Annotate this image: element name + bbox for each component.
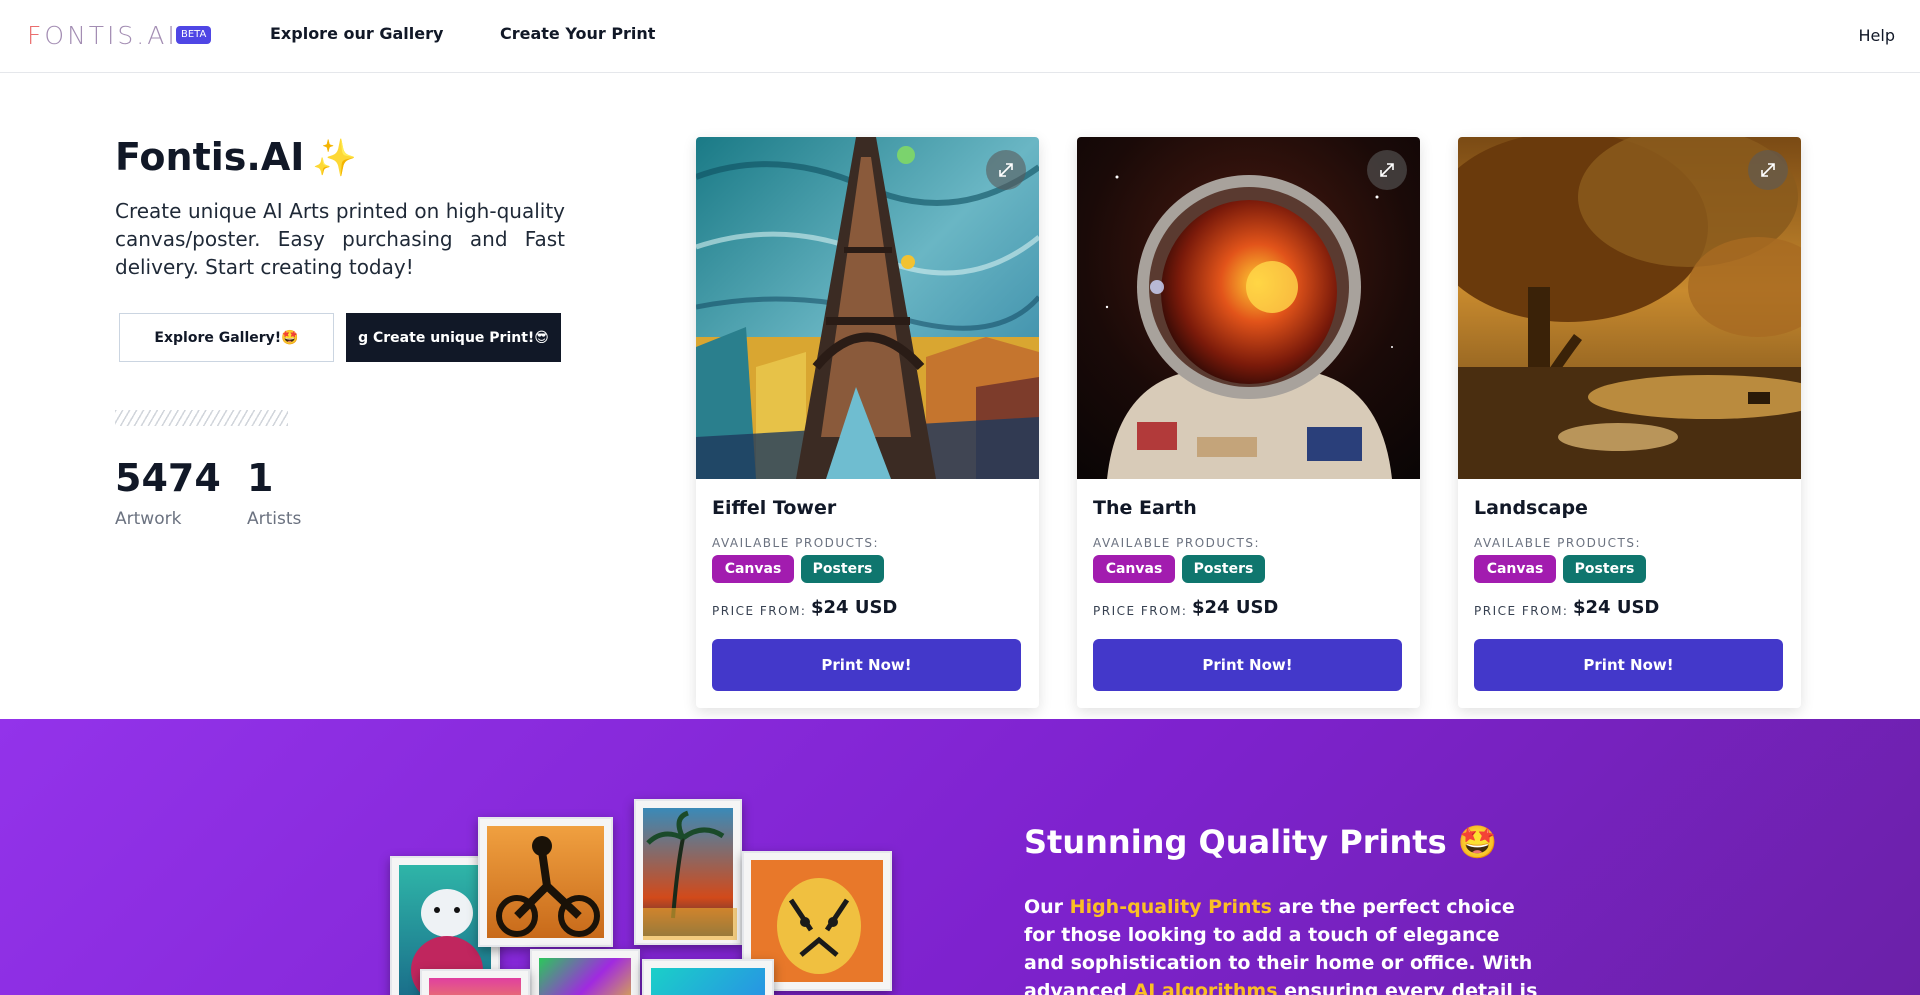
print-frame [634,799,742,945]
artwork-card: The Earth AVAILABLE PRODUCTS: Canvas Pos… [1077,137,1420,708]
eiffel-tower-painting-icon [696,137,1039,479]
quality-desc-text: Our [1024,896,1070,918]
price-value: $24 USD [811,597,898,618]
stat-artists-label: Artists [247,509,302,529]
sparkles-icon: ✨ [312,138,358,179]
landscape-painting-icon [1458,137,1801,479]
posters-tag[interactable]: Posters [1182,555,1265,583]
card-title[interactable]: Landscape [1474,497,1588,519]
price-from-label: PRICE FROM: [712,604,807,618]
quality-description: Our High-quality Prints are the perfect … [1024,893,1544,995]
posters-tag[interactable]: Posters [801,555,884,583]
expand-arrows-icon [1761,163,1775,177]
nav-explore-gallery[interactable]: Explore our Gallery [270,24,443,43]
decorative-hatch [115,410,288,426]
top-navbar: FONTIS.AI BETA Explore our Gallery Creat… [0,0,1920,73]
artwork-card: Landscape AVAILABLE PRODUCTS: Canvas Pos… [1458,137,1801,708]
motorcycle-print [487,826,604,938]
print-now-button[interactable]: Print Now! [1474,639,1783,691]
palm-tree-icon [643,810,737,940]
logo-letter-f: F [27,21,45,50]
canvas-tag[interactable]: Canvas [712,555,794,583]
price-from-label: PRICE FROM: [1474,604,1569,618]
print-frame [530,949,640,995]
expand-image-button[interactable] [986,150,1026,190]
card-title[interactable]: The Earth [1093,497,1197,519]
prints-collage-image [390,799,900,995]
hero-description: Create unique AI Arts printed on high-qu… [115,199,565,279]
explore-gallery-button[interactable]: Explore Gallery!🤩 [119,313,334,362]
price-from-label: PRICE FROM: [1093,604,1188,618]
expand-image-button[interactable] [1748,150,1788,190]
nav-help[interactable]: Help [1859,26,1895,45]
eiffel-tower-image[interactable] [696,137,1039,479]
fontis-logo[interactable]: FONTIS.AI BETA [27,22,212,50]
quality-title: Stunning Quality Prints 🤩 [1024,823,1498,861]
expand-arrows-icon [1380,163,1394,177]
stat-artwork-label: Artwork [115,509,182,529]
highlight-ai-algorithms: AI algorithms [1133,980,1278,995]
print-now-button[interactable]: Print Now! [1093,639,1402,691]
canvas-tag[interactable]: Canvas [1093,555,1175,583]
landscape-image[interactable] [1458,137,1801,479]
hero-title: Fontis.AI ✨ [115,135,357,179]
beta-badge: BETA [176,26,212,44]
canvas-tag[interactable]: Canvas [1474,555,1556,583]
astronaut-image[interactable] [1077,137,1420,479]
quality-desc-text: ensuring every detail is [1277,980,1538,995]
hero-title-text: Fontis.AI [115,135,305,179]
highlight-high-quality-prints: High-quality Prints [1069,896,1272,918]
logo-text: FONTIS.AI [27,22,178,50]
dog-print [539,958,631,995]
available-products-label: AVAILABLE PRODUCTS: [1474,536,1642,550]
create-print-button[interactable]: g Create unique Print!😎 [346,313,561,362]
stat-artwork-count: 5474 [115,456,221,500]
motorcycle-icon [496,836,600,937]
astronaut-painting-icon [1077,137,1420,479]
available-products-label: AVAILABLE PRODUCTS: [1093,536,1261,550]
price-value: $24 USD [1573,597,1660,618]
nav-create-print[interactable]: Create Your Print [500,24,655,43]
beach-palm-print [643,808,737,940]
logo-letters-rest: ONTIS.AI [44,21,178,50]
quality-prints-section: Stunning Quality Prints 🤩 Our High-quali… [0,719,1920,995]
expand-image-button[interactable] [1367,150,1407,190]
artwork-card: Eiffel Tower AVAILABLE PRODUCTS: Canvas … [696,137,1039,708]
price-value: $24 USD [1192,597,1279,618]
expand-arrows-icon [999,163,1013,177]
ocean-print [651,968,765,995]
available-products-label: AVAILABLE PRODUCTS: [712,536,880,550]
print-frame [642,959,774,995]
print-now-button[interactable]: Print Now! [712,639,1021,691]
card-title[interactable]: Eiffel Tower [712,497,836,519]
stat-artists-count: 1 [247,456,274,500]
sunset-print [429,978,521,995]
print-frame [420,969,530,995]
print-frame [478,817,613,947]
posters-tag[interactable]: Posters [1563,555,1646,583]
